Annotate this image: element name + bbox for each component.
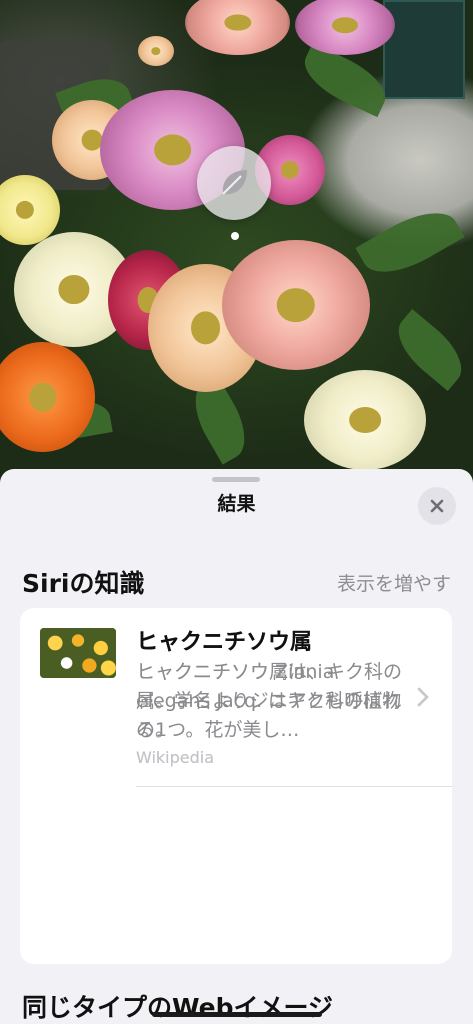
lookup-pin-dot [231,232,239,240]
result-source: Wikipedia [136,748,215,767]
row-divider [136,786,452,787]
chevron-right-icon [417,687,429,707]
zinnia-flower [295,0,395,55]
results-sheet: 結果 Siriの知識 表示を増やす ヒャクニチソウ ヒャクニチソウ Zinnia… [0,469,473,1024]
plastic-crate [383,0,465,99]
zinnia-bud [138,36,174,66]
show-more-link[interactable]: 表示を増やす [337,569,451,596]
knowledge-result[interactable]: ヒャクニチソウ属 ヒャクニチソウ属は、キク科の属。学名よりジニアとも呼ばれる。 … [20,608,452,786]
sheet-grabber[interactable] [212,477,260,482]
close-button[interactable] [418,487,456,525]
close-icon [430,499,444,513]
zinnia-flower [222,240,370,370]
similar-web-images-heading: 同じタイプのWebイメージ [22,993,334,1022]
home-indicator[interactable] [152,1012,322,1017]
siri-knowledge-card: ヒャクニチソウ ヒャクニチソウ Zinnia elegans Jacq. はキク… [20,608,452,964]
result-description: ヒャクニチソウ属は、キク科の属。学名よりジニアとも呼ばれる。 [136,661,403,741]
sheet-title: 結果 [217,493,256,515]
leaf-icon [222,170,247,195]
visual-lookup-button[interactable] [197,146,271,220]
leaf [355,198,465,287]
siri-knowledge-heading: Siriの知識 [22,569,145,598]
zinnia-flower [304,370,426,470]
result-title: ヒャクニチソウ属 [136,630,313,655]
zinnia-flower [185,0,290,55]
result-thumbnail [40,628,116,678]
flower-photo [0,0,473,480]
